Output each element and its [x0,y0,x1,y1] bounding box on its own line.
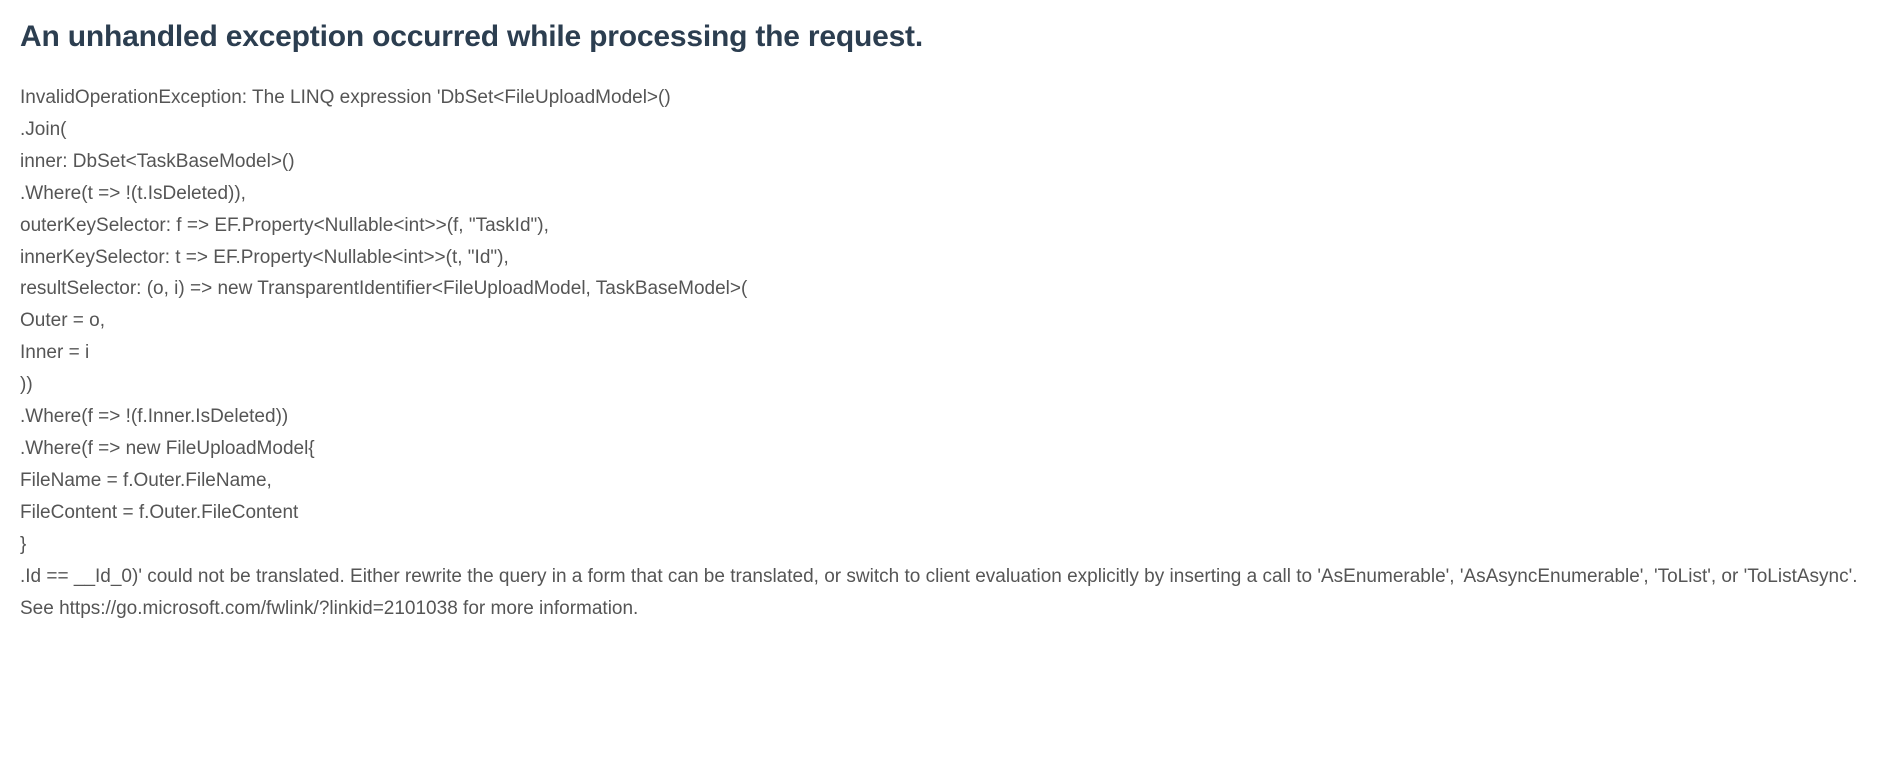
error-page-title: An unhandled exception occurred while pr… [20,20,1860,54]
error-exception-message: InvalidOperationException: The LINQ expr… [20,82,1860,624]
